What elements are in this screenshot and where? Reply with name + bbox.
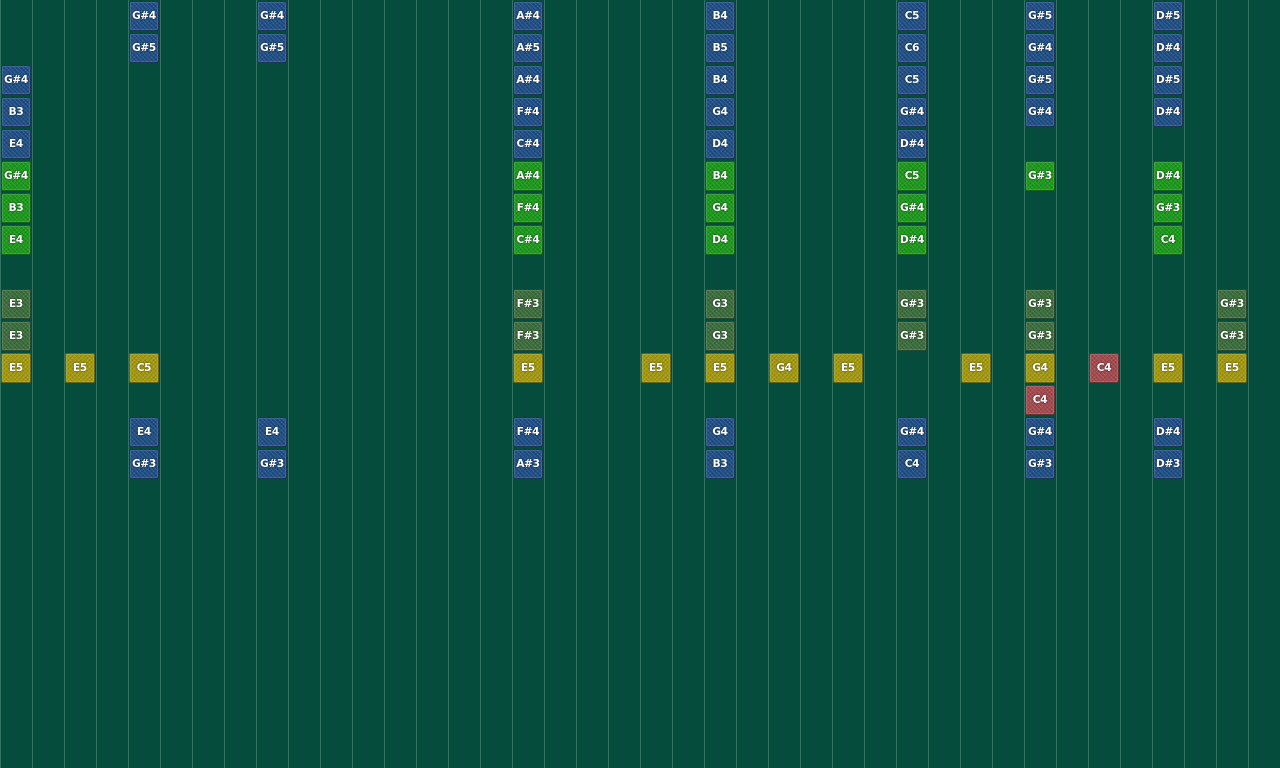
note-block[interactable]: E3 [1,321,31,351]
note-block[interactable]: G3 [705,321,735,351]
note-block[interactable]: E5 [1153,353,1183,383]
note-block[interactable]: G#4 [257,1,287,31]
note-block[interactable]: B4 [705,65,735,95]
note-block[interactable]: C6 [897,33,927,63]
note-block[interactable]: A#3 [513,449,543,479]
note-block[interactable]: F#4 [513,417,543,447]
note-block[interactable]: G4 [705,417,735,447]
note-block[interactable]: G#4 [129,1,159,31]
note-block[interactable]: C4 [1089,353,1119,383]
note-block[interactable]: D#5 [1153,65,1183,95]
note-block[interactable]: C#4 [513,225,543,255]
note-block[interactable]: G#3 [1217,321,1247,351]
note-block[interactable]: E5 [961,353,991,383]
note-block[interactable]: G#4 [897,193,927,223]
note-block[interactable]: E5 [513,353,543,383]
note-block[interactable]: A#4 [513,65,543,95]
note-block[interactable]: G#4 [897,97,927,127]
note-block[interactable]: G#4 [897,417,927,447]
note-block[interactable]: G4 [1025,353,1055,383]
note-block[interactable]: E4 [129,417,159,447]
note-block[interactable]: B3 [705,449,735,479]
note-block[interactable]: G#5 [129,33,159,63]
note-block[interactable]: G#3 [897,289,927,319]
note-block[interactable]: C#4 [513,129,543,159]
note-block[interactable]: B3 [1,193,31,223]
note-block[interactable]: G#4 [1,65,31,95]
note-block[interactable]: D#4 [897,129,927,159]
note-block[interactable]: G#3 [897,321,927,351]
note-block[interactable]: E5 [705,353,735,383]
note-block[interactable]: B4 [705,1,735,31]
note-block[interactable]: E4 [257,417,287,447]
note-block[interactable]: D4 [705,129,735,159]
note-block[interactable]: G#5 [1025,1,1055,31]
note-block[interactable]: C4 [1025,385,1055,415]
note-block[interactable]: B5 [705,33,735,63]
note-block[interactable]: C4 [897,449,927,479]
note-block[interactable]: A#4 [513,1,543,31]
note-block[interactable]: E5 [641,353,671,383]
note-block[interactable]: D4 [705,225,735,255]
note-block[interactable]: G4 [705,97,735,127]
note-block[interactable]: F#3 [513,289,543,319]
note-block[interactable]: A#5 [513,33,543,63]
note-block[interactable]: D#4 [1153,417,1183,447]
note-block[interactable]: E5 [1217,353,1247,383]
note-block[interactable]: F#4 [513,193,543,223]
note-block[interactable]: G#4 [1,161,31,191]
note-block[interactable]: C4 [1153,225,1183,255]
note-block[interactable]: C5 [129,353,159,383]
note-block[interactable]: G#4 [1025,417,1055,447]
note-block[interactable]: D#4 [897,225,927,255]
note-block[interactable]: E4 [1,129,31,159]
note-block[interactable]: G#3 [1025,449,1055,479]
note-block[interactable]: E5 [833,353,863,383]
sequencer-grid[interactable]: G#4 G#4 A#4 B4 C5 G#5 D#5 G#5 G#5 A#5 B5 C6 G#4 D#4 G#… [0,0,1280,768]
note-block[interactable]: D#4 [1153,33,1183,63]
note-block[interactable]: G#4 [1025,97,1055,127]
note-block[interactable]: B3 [1,97,31,127]
note-block[interactable]: F#3 [513,321,543,351]
note-block[interactable]: G#3 [1153,193,1183,223]
note-block[interactable]: G#5 [257,33,287,63]
note-block[interactable]: G#3 [1025,289,1055,319]
note-block[interactable]: A#4 [513,161,543,191]
note-block[interactable]: E3 [1,289,31,319]
note-block[interactable]: G4 [769,353,799,383]
note-block[interactable]: F#4 [513,97,543,127]
note-block[interactable]: G#4 [1025,33,1055,63]
note-block[interactable]: D#3 [1153,449,1183,479]
note-block[interactable]: C5 [897,65,927,95]
note-block[interactable]: G#5 [1025,65,1055,95]
note-block[interactable]: C5 [897,161,927,191]
note-block[interactable]: E4 [1,225,31,255]
note-block[interactable]: G3 [705,289,735,319]
note-block[interactable]: D#4 [1153,97,1183,127]
note-block[interactable]: G#3 [129,449,159,479]
note-block[interactable]: G4 [705,193,735,223]
note-block[interactable]: E5 [65,353,95,383]
note-block[interactable]: G#3 [257,449,287,479]
note-block[interactable]: E5 [1,353,31,383]
note-block[interactable]: G#3 [1217,289,1247,319]
note-block[interactable]: D#4 [1153,161,1183,191]
note-block[interactable]: C5 [897,1,927,31]
note-block[interactable]: G#3 [1025,321,1055,351]
note-block[interactable]: G#3 [1025,161,1055,191]
note-block[interactable]: B4 [705,161,735,191]
note-block[interactable]: D#5 [1153,1,1183,31]
